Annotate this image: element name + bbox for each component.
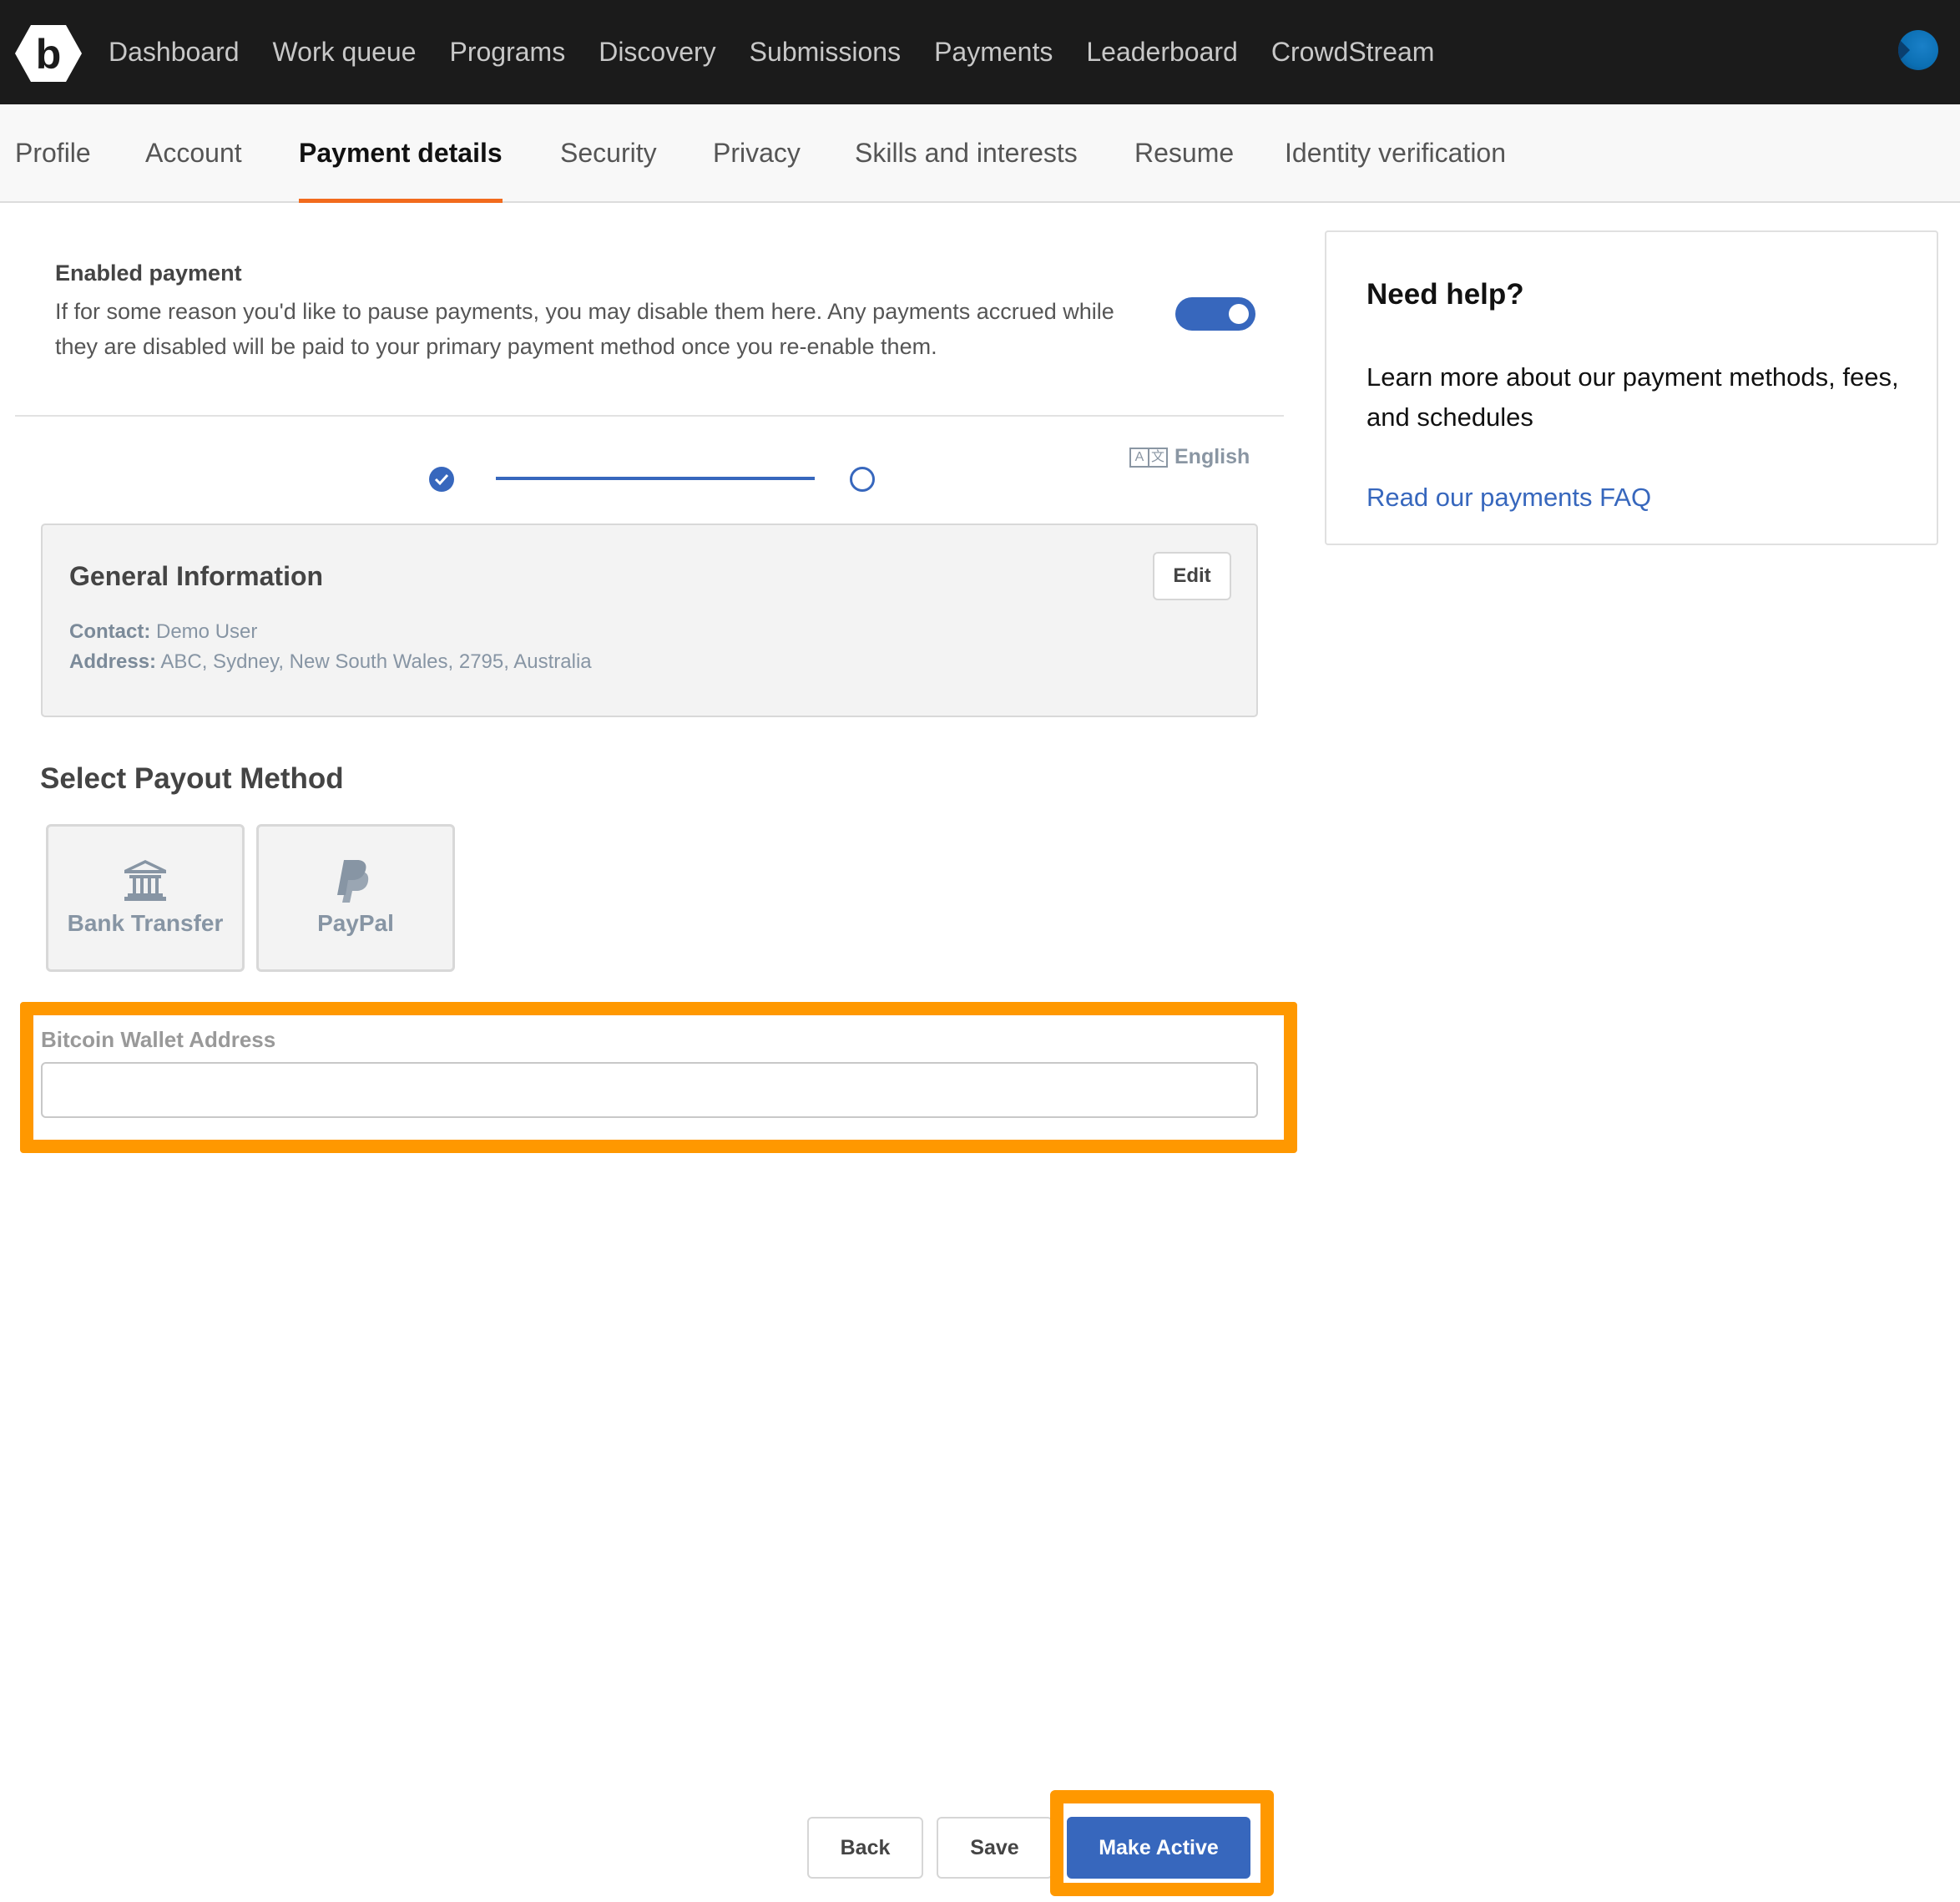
bitcoin-wallet-input[interactable] — [41, 1062, 1258, 1118]
toggle-knob — [1229, 304, 1249, 324]
top-navbar: b Dashboard Work queue Programs Discover… — [0, 0, 1960, 104]
enabled-payment-description: If for some reason you'd like to pause p… — [55, 299, 1114, 359]
enabled-payment-toggle[interactable] — [1175, 297, 1255, 331]
nav-crowdstream[interactable]: CrowdStream — [1271, 37, 1435, 68]
help-title: Need help? — [1366, 278, 1524, 311]
tab-profile[interactable]: Profile — [15, 104, 91, 201]
payout-paypal-tile[interactable]: PayPal — [256, 824, 455, 972]
check-icon — [434, 473, 449, 486]
edit-general-info-button[interactable]: Edit — [1153, 552, 1231, 600]
paypal-label: PayPal — [317, 910, 394, 936]
main-nav: Dashboard Work queue Programs Discovery … — [109, 0, 1467, 104]
help-text: Learn more about our payment methods, fe… — [1366, 362, 1899, 432]
nav-work-queue[interactable]: Work queue — [273, 37, 417, 68]
step-2-current-icon — [850, 467, 875, 492]
logo-letter: b — [36, 31, 62, 78]
tab-skills-and-interests[interactable]: Skills and interests — [855, 104, 1078, 201]
stepper-progress-line — [496, 477, 815, 480]
nav-payments[interactable]: Payments — [934, 37, 1053, 68]
enabled-payment-title: Enabled payment — [55, 261, 242, 286]
tab-identity-verification[interactable]: Identity verification — [1285, 104, 1506, 201]
contact-line: Contact: Demo User — [69, 620, 257, 644]
nav-submissions[interactable]: Submissions — [750, 37, 901, 68]
tab-resume[interactable]: Resume — [1134, 104, 1234, 201]
make-active-button[interactable]: Make Active — [1067, 1817, 1250, 1879]
payout-bank-transfer-tile[interactable]: Bank Transfer — [46, 824, 245, 972]
translate-icon: A 文 — [1129, 447, 1168, 468]
language-label: English — [1174, 445, 1250, 468]
tab-payment-details[interactable]: Payment details — [299, 104, 503, 203]
bitcoin-wallet-label: Bitcoin Wallet Address — [41, 1027, 276, 1052]
save-button[interactable]: Save — [937, 1817, 1053, 1879]
payments-faq-link[interactable]: Read our payments FAQ — [1366, 483, 1651, 513]
bank-transfer-label: Bank Transfer — [67, 910, 224, 936]
help-card: Need help? Learn more about our payment … — [1325, 230, 1938, 545]
translate-icon-cjk: 文 — [1150, 449, 1164, 464]
payout-method-title: Select Payout Method — [40, 762, 344, 795]
address-line: Address: ABC, Sydney, New South Wales, 2… — [69, 650, 592, 674]
step-1-complete-icon — [429, 467, 454, 492]
nav-leaderboard[interactable]: Leaderboard — [1086, 37, 1237, 68]
bugcrowd-logo[interactable]: b — [13, 23, 83, 83]
address-value: ABC, Sydney, New South Wales, 2795, Aust… — [160, 650, 592, 673]
general-information-card: General Information Edit Contact: Demo U… — [41, 524, 1258, 717]
bank-icon — [124, 860, 166, 901]
paypal-icon — [337, 860, 369, 903]
nav-discovery[interactable]: Discovery — [599, 37, 715, 68]
tab-security[interactable]: Security — [560, 104, 657, 201]
language-selector[interactable]: A 文 English — [1129, 445, 1250, 469]
tab-privacy[interactable]: Privacy — [713, 104, 801, 201]
settings-tabs: Profile Account Payment details Security… — [0, 104, 1960, 203]
contact-label: Contact: — [69, 620, 151, 643]
nav-dashboard[interactable]: Dashboard — [109, 37, 240, 68]
nav-programs[interactable]: Programs — [450, 37, 566, 68]
back-button[interactable]: Back — [807, 1817, 923, 1879]
tab-account[interactable]: Account — [145, 104, 242, 201]
section-divider — [15, 415, 1284, 417]
translate-icon-latin: A — [1131, 448, 1149, 466]
user-avatar[interactable] — [1898, 30, 1938, 70]
address-label: Address: — [69, 650, 157, 673]
general-information-title: General Information — [69, 561, 324, 591]
contact-value: Demo User — [156, 620, 258, 643]
